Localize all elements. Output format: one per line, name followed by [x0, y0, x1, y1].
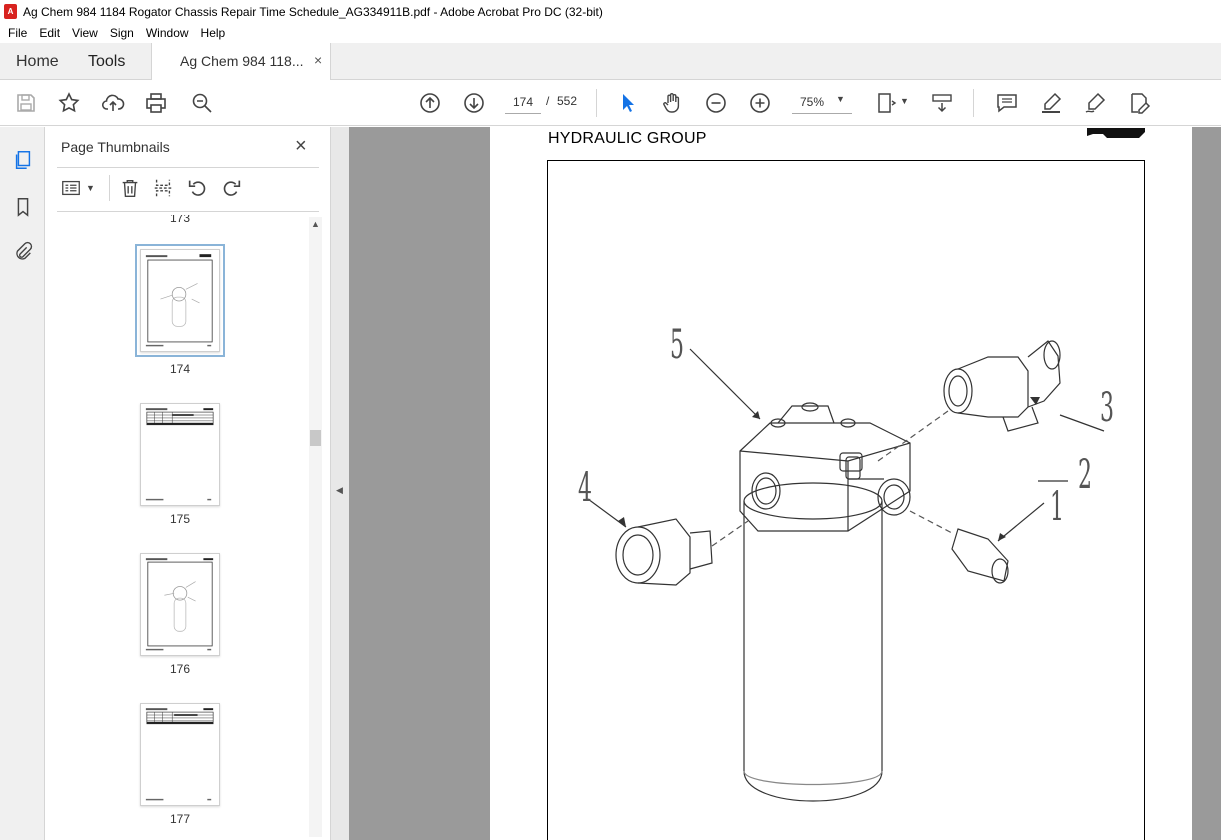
toolbar-divider	[596, 89, 597, 117]
extract-pages-icon[interactable]	[152, 177, 174, 202]
page-number-input[interactable]: 174	[505, 90, 541, 114]
pdf-page: HYDRAULIC GROUP 5 3 4 2 1	[490, 127, 1192, 840]
menu-help[interactable]: Help	[195, 26, 232, 40]
thumbnail-page-176[interactable]	[140, 553, 220, 656]
menu-file[interactable]: File	[2, 26, 33, 40]
tab-close-icon[interactable]: ×	[314, 52, 322, 68]
print-icon[interactable]	[142, 89, 170, 117]
save-icon[interactable]	[12, 89, 40, 117]
collapse-arrow-icon[interactable]: ◀	[336, 485, 343, 496]
hand-tool-icon[interactable]	[658, 89, 686, 117]
tab-tools[interactable]: Tools	[88, 43, 125, 80]
thumbnail-number: 176	[169, 662, 191, 676]
attachments-paperclip-icon[interactable]	[10, 239, 36, 265]
thumbnail-list: 173 174 175 176 177	[57, 215, 305, 840]
page-thumbnails-icon[interactable]	[10, 147, 36, 173]
menu-edit[interactable]: Edit	[33, 26, 66, 40]
select-cursor-icon[interactable]	[614, 89, 642, 117]
menu-sign[interactable]: Sign	[104, 26, 140, 40]
thumbnail-number: 174	[169, 362, 191, 376]
callout-3: 3	[1100, 385, 1114, 431]
panel-divider	[57, 167, 319, 168]
rotate-clockwise-icon[interactable]	[221, 177, 243, 202]
highlight-pen-icon[interactable]	[1037, 89, 1065, 117]
thumbnail-options-icon[interactable]	[60, 177, 82, 202]
panel-title: Page Thumbnails	[61, 139, 170, 155]
logo-tractor-icon	[1087, 127, 1145, 138]
thumbnail-label-partial: 173	[169, 215, 191, 225]
page-separator: /	[546, 94, 550, 108]
options-caret-icon[interactable]: ▼	[86, 183, 95, 193]
title-bar: A Ag Chem 984 1184 Rogator Chassis Repai…	[0, 0, 1221, 23]
tab-bar: Home Tools Ag Chem 984 118... ×	[0, 43, 1221, 81]
page-thumbnails-panel: Page Thumbnails × ▼ 173 174 175 176 177 …	[45, 127, 331, 840]
next-page-icon[interactable]	[460, 89, 488, 117]
zoom-out-icon[interactable]	[702, 89, 730, 117]
thumbnail-page-177[interactable]	[140, 703, 220, 806]
zoom-in-icon[interactable]	[746, 89, 774, 117]
left-navigation-rail	[0, 127, 45, 840]
toolbar-divider	[973, 89, 974, 117]
document-view[interactable]: HYDRAULIC GROUP 5 3 4 2 1	[349, 127, 1221, 840]
menu-window[interactable]: Window	[140, 26, 195, 40]
zoom-search-icon[interactable]	[188, 89, 216, 117]
menu-bar: File Edit View Sign Window Help	[0, 23, 1221, 43]
acrobat-pdf-icon: A	[4, 4, 17, 19]
bookmark-star-icon[interactable]	[55, 89, 83, 117]
comment-icon[interactable]	[993, 89, 1021, 117]
tab-document[interactable]: Ag Chem 984 118... ×	[151, 43, 331, 81]
callout-5: 5	[670, 322, 684, 368]
total-pages: 552	[557, 94, 578, 108]
panel-divider	[57, 211, 319, 212]
thumbnail-number: 177	[169, 812, 191, 826]
scrollbar-thumb[interactable]	[310, 430, 321, 446]
thumbnail-page-175[interactable]	[140, 403, 220, 506]
upload-cloud-icon[interactable]	[99, 89, 127, 117]
page-heading: HYDRAULIC GROUP	[548, 130, 707, 147]
thumbnail-toolbar: ▼	[55, 175, 325, 205]
thumbnail-page-174[interactable]	[135, 244, 225, 357]
page-fit-icon[interactable]	[872, 89, 900, 117]
window-title: Ag Chem 984 1184 Rogator Chassis Repair …	[23, 4, 603, 19]
thumbnail-number: 175	[169, 512, 191, 526]
panel-close-icon[interactable]: ×	[295, 135, 307, 158]
rotate-counterclockwise-icon[interactable]	[186, 177, 208, 202]
thumbnail-scrollbar[interactable]: ▲	[309, 217, 322, 837]
bookmarks-icon[interactable]	[10, 194, 36, 220]
zoom-dropdown-caret-icon[interactable]: ▼	[836, 94, 845, 104]
toolbar-divider	[109, 175, 110, 201]
main-toolbar: 174 / 552 75% ▼ ▼	[0, 80, 1221, 126]
page-fit-caret-icon[interactable]: ▼	[900, 96, 909, 106]
draw-sign-icon[interactable]	[1081, 89, 1109, 117]
callout-1: 1	[1050, 484, 1064, 530]
delete-page-icon[interactable]	[119, 177, 141, 202]
tab-home[interactable]: Home	[16, 43, 59, 80]
callout-4: 4	[578, 465, 592, 511]
tab-document-label: Ag Chem 984 118...	[180, 53, 304, 69]
scroll-mode-icon[interactable]	[928, 89, 956, 117]
previous-page-icon[interactable]	[416, 89, 444, 117]
scroll-up-arrow-icon[interactable]: ▲	[309, 219, 322, 231]
callout-2: 2	[1078, 452, 1092, 498]
menu-view[interactable]: View	[66, 26, 104, 40]
panel-collapse-handle[interactable]: ◀	[331, 127, 349, 840]
edit-pdf-icon[interactable]	[1125, 89, 1153, 117]
